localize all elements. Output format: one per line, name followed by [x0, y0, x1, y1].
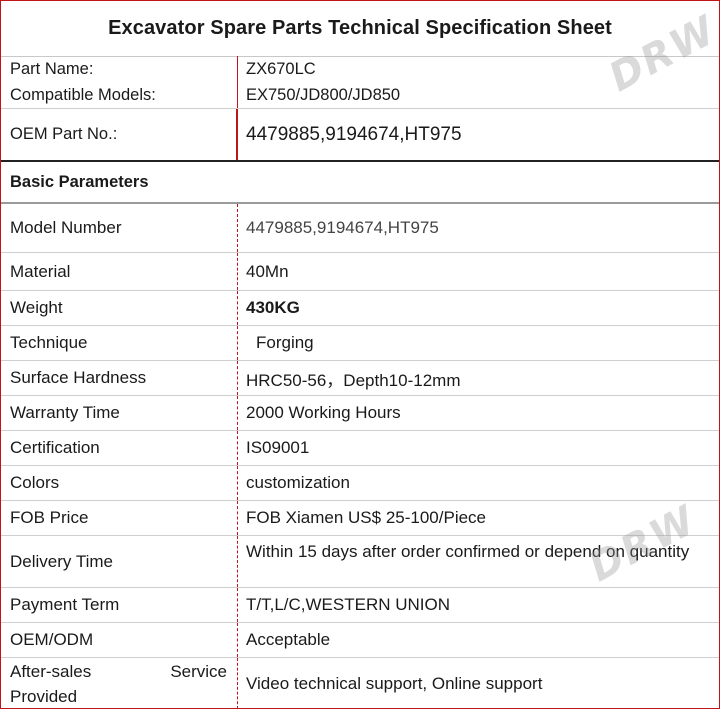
param-label: OEM/ODM [1, 623, 238, 657]
param-value: customization [246, 473, 350, 492]
param-label: After-sales Service Provided [1, 658, 238, 709]
param-value: 4479885,9194674,HT975 [246, 218, 439, 237]
param-label: Surface Hardness [1, 361, 238, 395]
param-label: Technique [1, 326, 238, 360]
param-row-warranty-time: Warranty Time 2000 Working Hours [1, 396, 719, 431]
param-label: Model Number [1, 204, 238, 252]
param-row-certification: Certification IS09001 [1, 431, 719, 466]
param-value: Forging [256, 333, 314, 352]
compatible-models-row: Compatible Models: EX750/JD800/JD850 [1, 82, 719, 109]
oem-part-no-value: 4479885,9194674,HT975 [246, 123, 462, 145]
param-label: Material [1, 253, 238, 290]
param-row-surface-hardness: Surface Hardness HRC50-56，Depth10-12mm [1, 361, 719, 396]
param-value: 430KG [246, 298, 300, 317]
param-label: FOB Price [1, 501, 238, 535]
sheet-title: Excavator Spare Parts Technical Specific… [1, 1, 719, 57]
param-row-technique: Technique Forging [1, 326, 719, 361]
compatible-models-label: Compatible Models: [1, 82, 238, 108]
part-name-label: Part Name: [1, 56, 238, 82]
param-value: HRC50-56，Depth10-12mm [246, 370, 461, 390]
param-row-payment-term: Payment Term T/T,L/C,WESTERN UNION [1, 588, 719, 623]
oem-part-no-row: OEM Part No.: 4479885,9194674,HT975 [1, 109, 719, 160]
param-row-model-number: Model Number 4479885,9194674,HT975 [1, 204, 719, 253]
param-label-part: Provided [10, 687, 78, 706]
param-row-colors: Colors customization [1, 466, 719, 501]
spec-sheet: Excavator Spare Parts Technical Specific… [0, 0, 722, 709]
param-row-oem-odm: OEM/ODM Acceptable [1, 623, 719, 658]
oem-part-no-label: OEM Part No.: [1, 109, 238, 160]
param-value: Video technical support, Online support [246, 673, 543, 693]
param-row-weight: Weight 430KG [1, 291, 719, 326]
param-label: Payment Term [1, 588, 238, 622]
param-row-after-sales: After-sales Service Provided Video techni… [1, 658, 719, 709]
param-label: Warranty Time [1, 396, 238, 430]
param-row-fob-price: FOB Price FOB Xiamen US$ 25-100/Piece [1, 501, 719, 536]
param-label: Weight [1, 291, 238, 325]
param-label-part: After-sales [10, 662, 92, 681]
param-row-material: Material 40Mn [1, 253, 719, 291]
param-value: Acceptable [246, 630, 331, 649]
param-label: Colors [1, 466, 238, 500]
section-basic-parameters: Basic Parameters [1, 160, 719, 204]
param-value: IS09001 [246, 438, 310, 457]
param-value: 2000 Working Hours [246, 403, 401, 422]
param-value: 40Mn [246, 261, 289, 281]
param-value: T/T,L/C,WESTERN UNION [246, 595, 451, 614]
param-label: Delivery Time [1, 536, 238, 587]
param-label-part: Service [170, 662, 227, 681]
param-label: Certification [1, 431, 238, 465]
